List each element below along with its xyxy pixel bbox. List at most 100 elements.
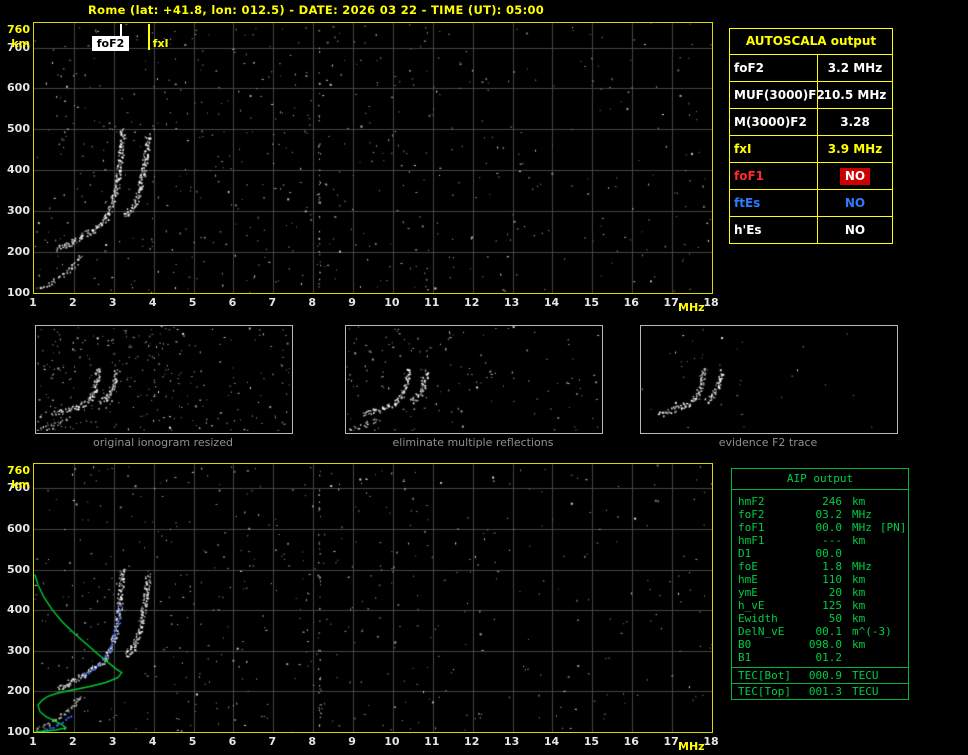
aip-row-hmf2: hmF2 246 km	[732, 495, 908, 508]
aip-row-b0: B0 098.0 km	[732, 638, 908, 651]
autoscala-row-muf-3000-f2: MUF(3000)F2 10.5 MHz	[730, 82, 892, 109]
y-axis-tick: 300	[7, 204, 30, 218]
y-axis-tick: 300	[7, 643, 30, 657]
aip-row-d1: D1 00.0	[732, 547, 908, 560]
aip-row-unit: km	[852, 495, 866, 508]
autoscala-row-value: 3.9 MHz	[827, 142, 883, 156]
x-axis-tick: 15	[583, 735, 599, 748]
aip-row-label: h_vE	[738, 599, 765, 612]
x-axis-tick: 10	[384, 296, 400, 309]
x-axis-tick: 4	[148, 296, 157, 309]
aip-row-extra: [PN]	[879, 521, 907, 534]
autoscala-row-value: 3.2 MHz	[827, 61, 883, 75]
aip-row-label: hmE	[738, 573, 758, 586]
autoscala-row-fof1: foF1 NO	[730, 163, 892, 190]
y-axis-tick: 760	[7, 464, 30, 477]
y-axis-tick: 500	[7, 122, 30, 136]
aip-row-value: 00.0	[815, 521, 843, 534]
aip-row-unit: MHz	[852, 521, 872, 534]
aip-row-label: D1	[738, 547, 752, 560]
fxi-marker-line	[147, 24, 150, 50]
aip-row-value: 098.0	[808, 638, 842, 651]
fxi-marker-label: fxI	[152, 37, 169, 50]
x-axis-tick: 16	[623, 735, 639, 748]
x-axis-tick: 16	[623, 296, 639, 309]
y-axis-tick: 200	[7, 684, 30, 698]
x-axis-tick: 8	[308, 735, 316, 748]
aip-tec-rows: TEC[Bot] 000.9 TECU TEC[Top] 001.3 TECU	[732, 667, 908, 699]
fof2-marker-label: foF2	[91, 36, 130, 51]
autoscala-row-label: M(3000)F2	[730, 109, 818, 135]
y-axis-tick: 600	[7, 81, 30, 95]
bottom-ionogram-plot	[33, 463, 713, 733]
top-ionogram-plot	[33, 22, 713, 294]
aip-row-deln-ve: DelN_vE 00.1 m^(-3)	[732, 625, 908, 638]
aip-row-unit: km	[852, 573, 866, 586]
aip-row-hmf1: hmF1 --- km	[732, 534, 908, 547]
x-axis-tick: 9	[348, 296, 356, 309]
autoscala-row-ftes: ftEs NO	[730, 190, 892, 217]
y-axis-tick: 400	[7, 603, 30, 617]
autoscala-row-value: NO	[844, 196, 866, 210]
aip-row-hme: hmE 110 km	[732, 573, 908, 586]
autoscala-row-m-3000-f2: M(3000)F2 3.28	[730, 109, 892, 136]
x-axis-tick: 7	[268, 296, 277, 309]
ionogram-canvas	[34, 464, 712, 732]
x-axis-tick: 1	[29, 735, 37, 748]
x-axis-tick: 11	[424, 296, 440, 309]
aip-row-value: 246	[822, 495, 842, 508]
autoscala-row-label: fxI	[730, 136, 818, 162]
thumbnail-panel-1	[35, 325, 293, 434]
aip-row-value: 00.1	[815, 625, 843, 638]
aip-row-value: 125	[822, 599, 842, 612]
aip-tec-value: 000.9	[808, 669, 842, 682]
aip-row-value: 1.8	[822, 560, 842, 573]
aip-tec-unit: TECU	[852, 685, 879, 698]
aip-tec-row-2: TEC[Top] 001.3 TECU	[732, 683, 908, 699]
aip-tec-row-1: TEC[Bot] 000.9 TECU	[732, 667, 908, 683]
autoscala-row-value: NO	[818, 163, 892, 189]
aip-row-unit: km	[852, 534, 866, 547]
aip-row-value: ---	[822, 534, 842, 547]
autoscala-row-label: h'Es	[730, 217, 818, 243]
aip-row-unit: MHz	[852, 560, 872, 573]
x-axis-unit-label: MHz	[678, 301, 705, 314]
x-axis-tick: 13	[503, 735, 520, 748]
autoscala-window: Rome (lat: +41.8, lon: 012.5) - DATE: 20…	[0, 0, 968, 755]
y-axis-tick: 500	[7, 562, 30, 576]
aip-row-b1: B1 01.2	[732, 651, 908, 664]
aip-row-fof2: foF2 03.2 MHz	[732, 508, 908, 521]
x-axis-tick: 6	[228, 735, 237, 748]
x-axis-tick: 5	[188, 296, 197, 309]
x-axis-tick: 12	[464, 296, 480, 309]
y-axis-tick: 200	[7, 245, 30, 259]
aip-row-unit: km	[852, 638, 866, 651]
x-axis-tick: 10	[384, 735, 400, 748]
x-axis-tick: 3	[108, 735, 117, 748]
autoscala-row-label: ftEs	[730, 190, 818, 216]
x-axis-tick: 8	[308, 296, 316, 309]
x-axis-unit-label: MHz	[678, 740, 705, 753]
autoscala-table-header: AUTOSCALA output	[730, 29, 892, 55]
aip-table-rows: hmF2 246 km foF2 03.2 MHz foF1 00.0 MHz [PN] hmF1 -…	[732, 490, 908, 667]
ionogram-canvas	[34, 23, 712, 293]
aip-row-label: B0	[738, 638, 752, 651]
thumbnail-canvas	[36, 326, 290, 431]
aip-row-value: 01.2	[815, 651, 843, 664]
aip-row-label: hmF2	[738, 495, 765, 508]
aip-table-header: AIP output	[732, 469, 908, 490]
aip-tec-label: TEC[Bot]	[738, 669, 791, 682]
autoscala-row-label: MUF(3000)F2	[730, 82, 825, 108]
x-axis-tick: 2	[69, 296, 77, 309]
autoscala-row-value: NO	[844, 223, 866, 237]
thumbnail-panel-2	[345, 325, 603, 434]
aip-tec-label: TEC[Top]	[738, 685, 791, 698]
aip-row-value: 03.2	[815, 508, 843, 521]
x-axis-tick: 9	[348, 735, 356, 748]
aip-row-label: foF2	[738, 508, 765, 521]
aip-row-label: foE	[738, 560, 758, 573]
no-value-chip: NO	[839, 168, 871, 185]
x-axis-tick: 15	[583, 296, 599, 309]
thumbnail-canvas	[346, 326, 600, 431]
thumbnail-panel-3	[640, 325, 898, 434]
